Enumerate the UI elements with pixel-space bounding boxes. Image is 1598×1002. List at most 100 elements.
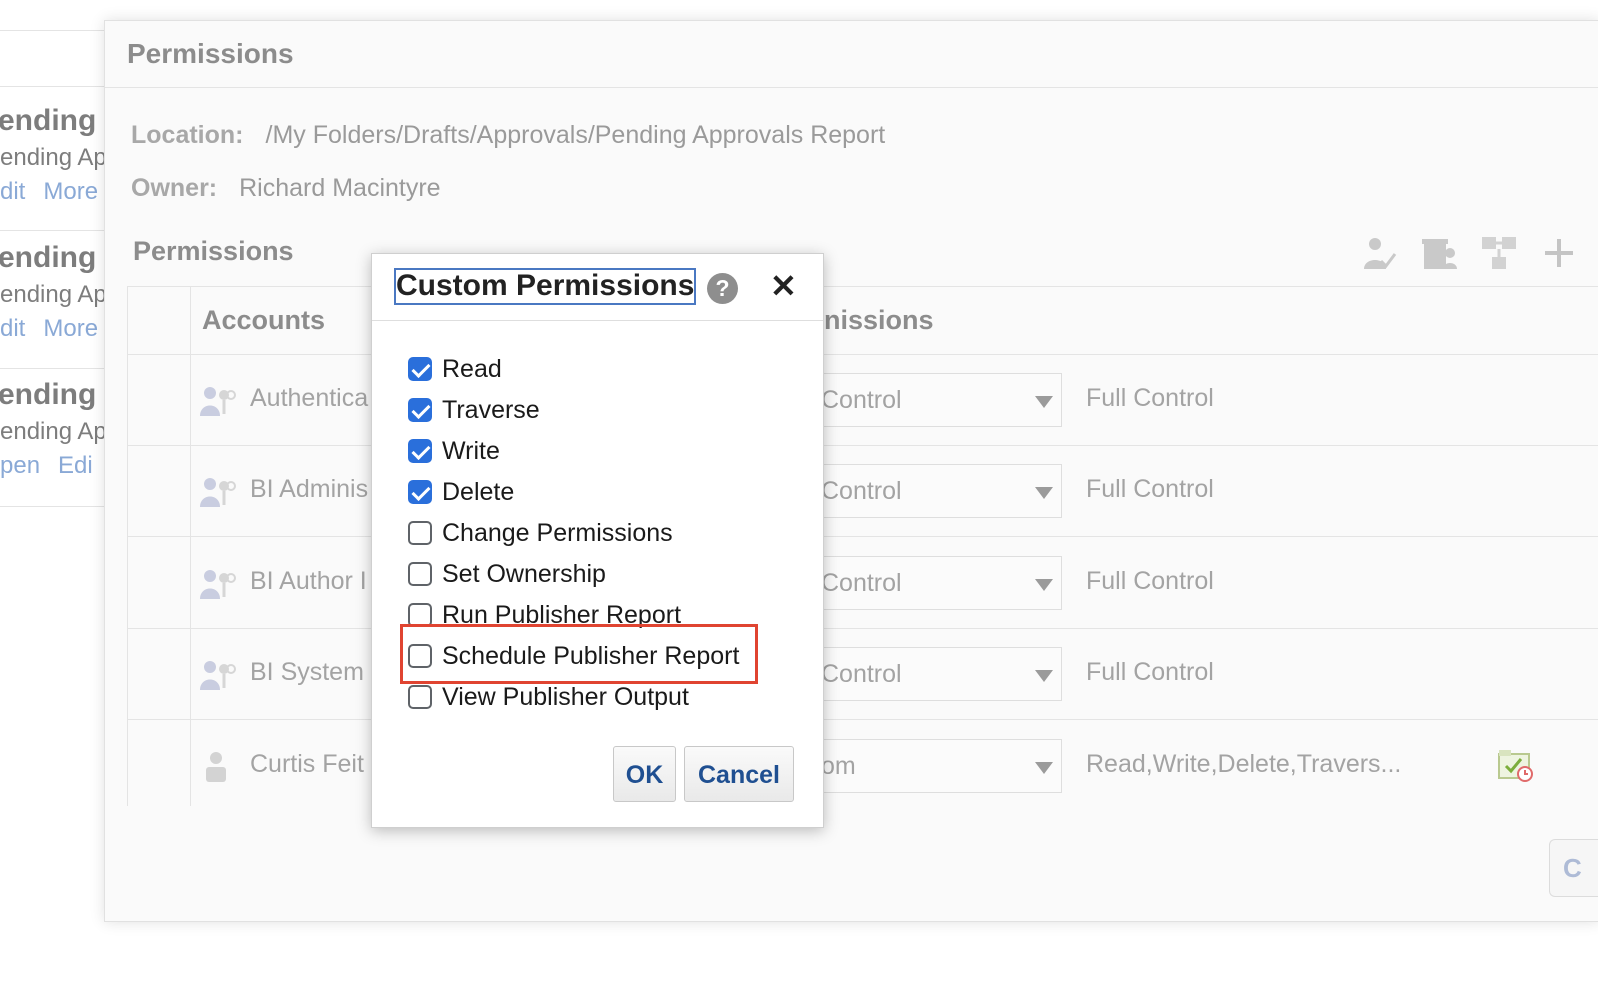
option-label: Set Ownership (442, 559, 606, 588)
account-name: BI System (250, 658, 364, 686)
remove-permission-icon[interactable] (1419, 231, 1459, 275)
view-publisher-output-checkbox[interactable] (408, 685, 432, 709)
divider (0, 506, 104, 507)
list-item-link-edit[interactable]: Edi (58, 452, 93, 479)
option-label: View Publisher Output (442, 682, 689, 711)
delete-checkbox[interactable] (408, 480, 432, 504)
group-icon (200, 478, 236, 507)
list-item-title[interactable]: ending (0, 241, 104, 275)
permission-option-view-publisher-output[interactable]: View Publisher Output (408, 680, 689, 714)
table-row[interactable]: BI Author I Control Full Control (128, 537, 1598, 629)
permission-select-value: om (821, 752, 856, 780)
permission-select-value: Control (821, 569, 902, 597)
chevron-down-icon[interactable] (1035, 487, 1053, 499)
table-row[interactable]: Curtis Feit om Read,Write,Delete,Travers… (128, 720, 1598, 811)
group-icon (200, 387, 236, 416)
list-item-link-edit[interactable]: dit (0, 178, 25, 205)
list-item-subtitle: ending Ap (0, 144, 104, 171)
list-item-link-more[interactable]: More (43, 315, 98, 342)
permission-option-read[interactable]: Read (408, 352, 502, 386)
chevron-down-icon[interactable] (1035, 762, 1053, 774)
chevron-down-icon[interactable] (1035, 579, 1053, 591)
permission-option-delete[interactable]: Delete (408, 475, 514, 509)
chevron-down-icon[interactable] (1035, 670, 1053, 682)
change-permissions-checkbox[interactable] (408, 521, 432, 545)
add-icon[interactable] (1539, 231, 1579, 275)
divider (0, 230, 104, 231)
table-row[interactable]: Authentica Control Full Control (128, 354, 1598, 446)
read-checkbox[interactable] (408, 357, 432, 381)
move-permission-icon[interactable] (1479, 231, 1519, 275)
permission-value: Full Control (1086, 567, 1214, 595)
ok-button[interactable]: OK (613, 746, 676, 802)
background-list: ending ending Ap dit More ending ending A… (0, 0, 110, 1002)
account-name: Curtis Feit (250, 750, 364, 778)
permissions-panel: Permissions Location: /My Folders/Drafts/… (104, 20, 1598, 922)
section-title: Permissions (133, 236, 294, 266)
location-value: /My Folders/Drafts/Approvals/Pending App… (265, 121, 886, 149)
assign-permission-icon[interactable] (1359, 231, 1399, 275)
option-label: Delete (442, 477, 515, 506)
permission-option-traverse[interactable]: Traverse (408, 393, 540, 427)
list-item-title[interactable]: ending (0, 378, 104, 412)
table-header: Accounts nissions (128, 286, 1598, 355)
permission-option-change-permissions[interactable]: Change Permissions (408, 516, 673, 550)
permission-value: Full Control (1086, 658, 1214, 686)
list-item[interactable]: ending ending Ap dit More (0, 241, 104, 343)
account-name: BI Adminis (250, 475, 369, 503)
list-item-link-edit[interactable]: dit (0, 315, 25, 342)
permission-option-set-ownership[interactable]: Set Ownership (408, 557, 606, 591)
permission-select[interactable]: Control (804, 647, 1062, 701)
panel-header: Permissions (105, 21, 1598, 88)
permission-value: Full Control (1086, 384, 1214, 412)
accounts-column-header[interactable]: Accounts (202, 305, 325, 336)
location-row: Location: /My Folders/Drafts/Approvals/Pe… (131, 121, 885, 150)
permission-option-write[interactable]: Write (408, 434, 500, 468)
panel-title: Permissions (127, 38, 294, 69)
list-item-title[interactable]: ending (0, 104, 104, 138)
dialog-title: Custom Permissions (394, 268, 697, 305)
divider (0, 368, 104, 369)
table-row[interactable]: BI Adminis Control Full Control (128, 445, 1598, 537)
owner-row: Owner: Richard Macintyre (131, 174, 441, 203)
permission-select-value: Control (821, 386, 902, 414)
option-label: Write (442, 436, 500, 465)
user-icon (206, 752, 226, 782)
custom-permissions-edit-icon[interactable] (1498, 748, 1534, 782)
cancel-button[interactable]: Cancel (684, 746, 794, 802)
permissions-column-header[interactable]: nissions (824, 305, 934, 336)
permission-value: Full Control (1086, 475, 1214, 503)
list-item[interactable]: ending ending Ap pen Edi (0, 378, 104, 480)
highlight-annotation-box (400, 624, 758, 684)
permissions-table: Accounts nissions Authentica Control Ful… (127, 286, 1598, 806)
option-label: Traverse (442, 395, 540, 424)
group-icon (200, 661, 236, 690)
list-item[interactable]: ending ending Ap dit More (0, 104, 104, 206)
table-row[interactable]: BI System Control Full Control (128, 628, 1598, 720)
account-name: Authentica (250, 384, 369, 412)
option-label: Change Permissions (442, 518, 673, 547)
permission-select[interactable]: Control (804, 373, 1062, 427)
close-icon[interactable]: ✕ (770, 268, 797, 304)
permission-value: Read,Write,Delete,Travers... (1086, 750, 1402, 778)
set-ownership-checkbox[interactable] (408, 562, 432, 586)
list-item-link-open[interactable]: pen (0, 452, 40, 479)
permission-select[interactable]: om (804, 739, 1062, 793)
help-icon[interactable]: ? (707, 273, 738, 304)
option-label: Read (442, 354, 502, 383)
permission-select-value: Control (821, 477, 902, 505)
permission-select[interactable]: Control (804, 556, 1062, 610)
list-item-subtitle: ending Ap (0, 281, 104, 308)
partial-button[interactable]: C (1549, 839, 1598, 897)
owner-value: Richard Macintyre (239, 174, 441, 202)
custom-permissions-dialog: Custom Permissions ? ✕ Read Traverse Wri… (371, 253, 824, 828)
chevron-down-icon[interactable] (1035, 396, 1053, 408)
owner-label: Owner: (131, 174, 218, 202)
dialog-header: Custom Permissions ? ✕ (372, 254, 823, 321)
write-checkbox[interactable] (408, 439, 432, 463)
traverse-checkbox[interactable] (408, 398, 432, 422)
permission-select[interactable]: Control (804, 464, 1062, 518)
background-header-bar (0, 30, 104, 87)
list-item-link-more[interactable]: More (43, 178, 98, 205)
permission-select-value: Control (821, 660, 902, 688)
